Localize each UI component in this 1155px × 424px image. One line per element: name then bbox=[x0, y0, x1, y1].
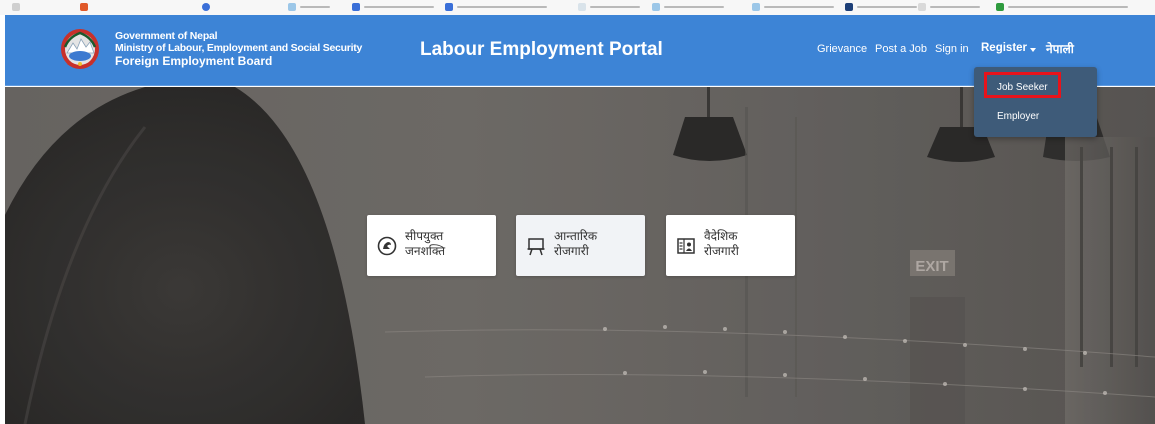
nav-sign-in-link[interactable]: Sign in bbox=[935, 43, 969, 55]
highlight-box bbox=[984, 72, 1061, 98]
org-line-board: Foreign Employment Board bbox=[115, 54, 273, 68]
chevron-down-icon[interactable] bbox=[1030, 48, 1036, 52]
skill-icon bbox=[377, 236, 397, 256]
organization-name: Government of Nepal Ministry of Labour, … bbox=[115, 30, 362, 68]
nepal-emblem-icon[interactable] bbox=[59, 27, 101, 71]
service-label: वैदेशिक रोजगारी bbox=[704, 229, 739, 258]
service-card-foreign-employment[interactable]: वैदेशिक रोजगारी bbox=[666, 215, 795, 276]
service-card-skilled-manpower[interactable]: सीपयुक्त जनशक्ति bbox=[367, 215, 496, 276]
browser-bookmarks-bar bbox=[0, 0, 1155, 15]
nav-grievance-link[interactable]: Grievance bbox=[817, 43, 867, 55]
service-card-domestic-employment[interactable]: आन्तारिक रोजगारी bbox=[516, 215, 645, 276]
language-toggle[interactable]: नेपाली bbox=[1046, 40, 1074, 57]
org-line-government: Government of Nepal bbox=[115, 30, 218, 42]
org-line-ministry: Ministry of Labour, Employment and Socia… bbox=[115, 42, 363, 54]
id-card-icon bbox=[677, 238, 695, 254]
easel-icon bbox=[527, 238, 545, 256]
menu-item-employer[interactable]: Employer bbox=[997, 111, 1039, 122]
nav-register-dropdown[interactable]: Register bbox=[981, 42, 1027, 54]
portal-title[interactable]: Labour Employment Portal bbox=[420, 39, 663, 61]
service-label: सीपयुक्त जनशक्ति bbox=[405, 229, 446, 258]
nav-post-job-link[interactable]: Post a Job bbox=[875, 43, 927, 55]
service-label: आन्तारिक रोजगारी bbox=[554, 229, 598, 258]
